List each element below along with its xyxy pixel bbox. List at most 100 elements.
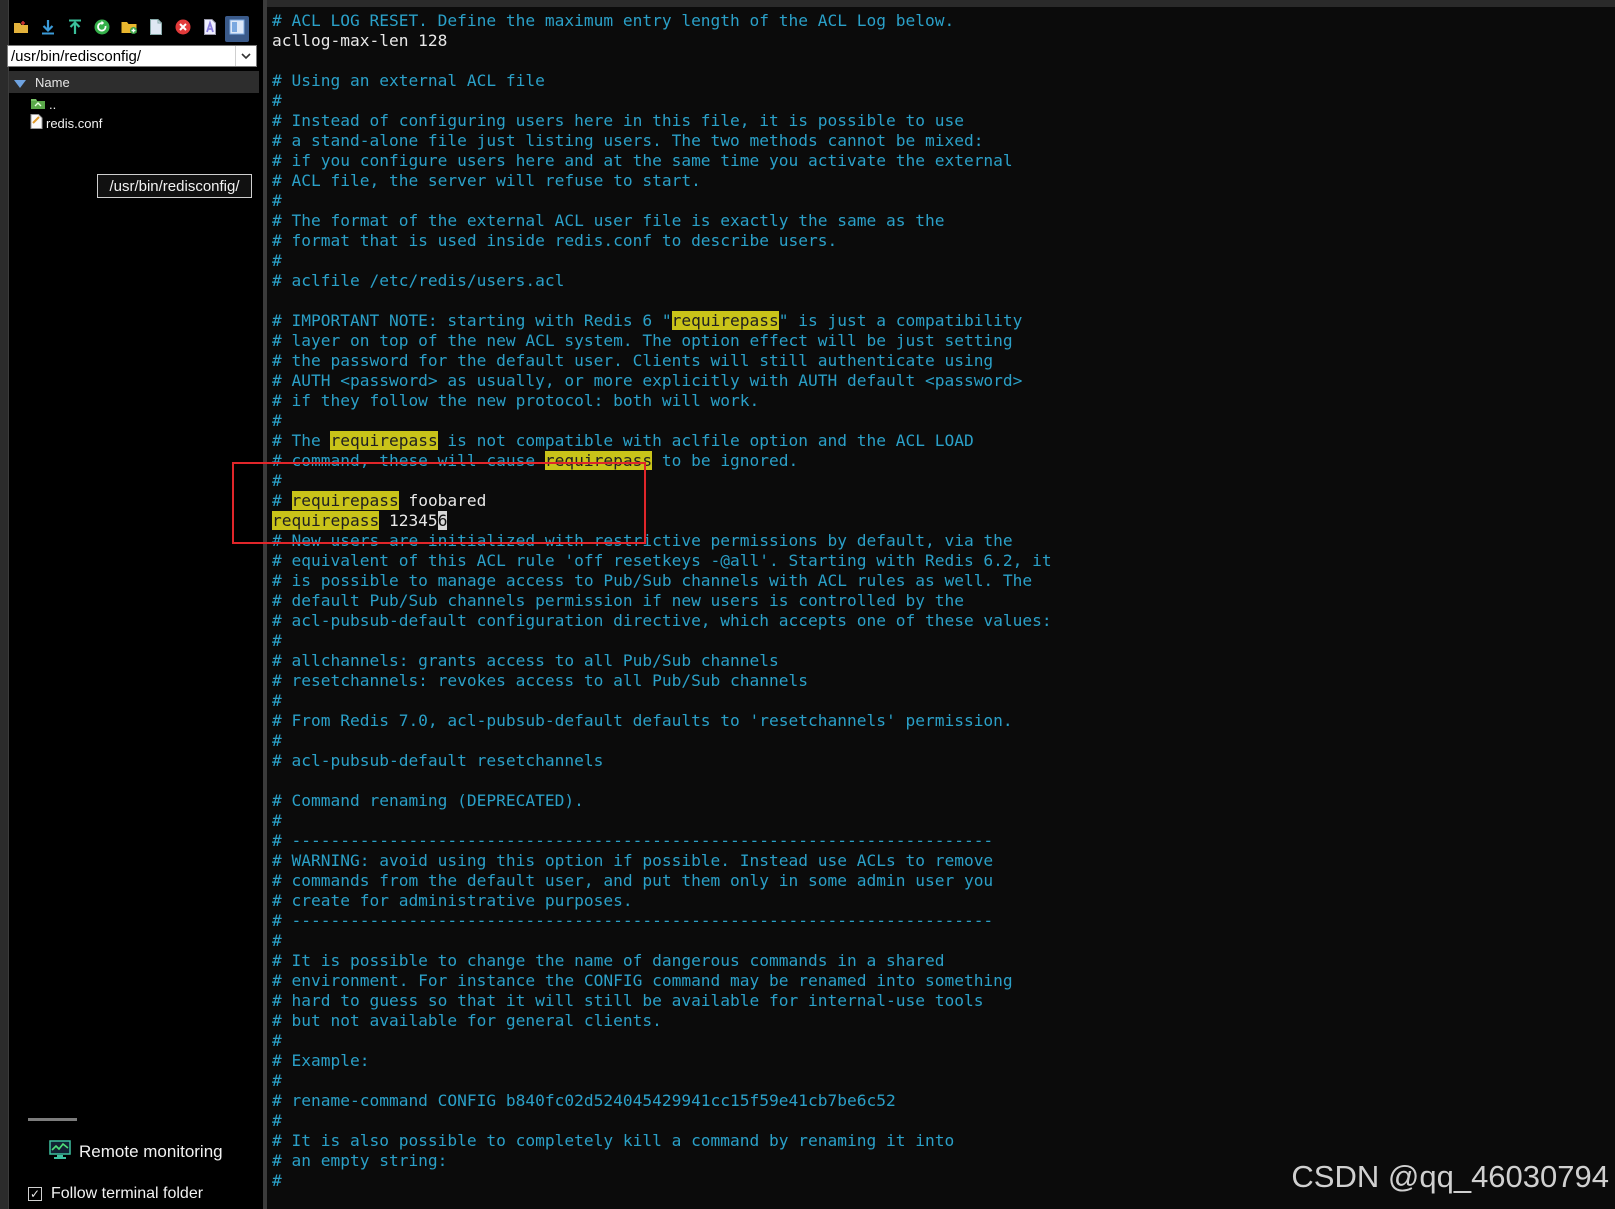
code-line[interactable]: # default Pub/Sub channels permission if…: [272, 591, 1052, 611]
code-text: is not compatible with aclfile option an…: [437, 431, 974, 450]
code-line[interactable]: #: [272, 471, 1052, 491]
code-line[interactable]: # Command renaming (DEPRECATED).: [272, 791, 1052, 811]
new-folder-button[interactable]: [9, 16, 33, 42]
code-line[interactable]: # Using an external ACL file: [272, 71, 1052, 91]
follow-terminal-folder-checkbox[interactable]: ✓: [28, 1187, 42, 1201]
code-line[interactable]: [272, 51, 1052, 71]
file-list-item-parent[interactable]: ..: [30, 95, 56, 113]
code-line[interactable]: # ACL LOG RESET. Define the maximum entr…: [272, 11, 1052, 31]
code-line[interactable]: # if they follow the new protocol: both …: [272, 391, 1052, 411]
chevron-down-icon[interactable]: [235, 46, 256, 66]
path-select[interactable]: /usr/bin/redisconfig/: [7, 45, 257, 67]
file-list-item-redis-conf[interactable]: redis.conf: [30, 114, 102, 132]
code-line[interactable]: # aclfile /etc/redis/users.acl: [272, 271, 1052, 291]
code-line[interactable]: # requirepass foobared: [272, 491, 1052, 511]
code-text: # From Redis 7.0, acl-pubsub-default def…: [272, 711, 1013, 730]
code-line[interactable]: # ACL file, the server will refuse to st…: [272, 171, 1052, 191]
code-line[interactable]: [272, 291, 1052, 311]
code-line[interactable]: # an empty string:: [272, 1151, 1052, 1171]
code-line[interactable]: # New users are initialized with restric…: [272, 531, 1052, 551]
code-line[interactable]: [272, 771, 1052, 791]
left-edge-bar: [0, 0, 9, 1209]
name-column-header[interactable]: Name: [9, 71, 259, 93]
upload-button[interactable]: [63, 16, 87, 42]
code-line[interactable]: #: [272, 731, 1052, 751]
code-line[interactable]: # allchannels: grants access to all Pub/…: [272, 651, 1052, 671]
code-text: # equivalent of this ACL rule 'off reset…: [272, 551, 1052, 570]
code-area[interactable]: # ACL LOG RESET. Define the maximum entr…: [272, 11, 1052, 1191]
code-line[interactable]: #: [272, 931, 1052, 951]
code-line[interactable]: #: [272, 1031, 1052, 1051]
code-line[interactable]: # equivalent of this ACL rule 'off reset…: [272, 551, 1052, 571]
code-line[interactable]: # The format of the external ACL user fi…: [272, 211, 1052, 231]
code-line[interactable]: requirepass 123456: [272, 511, 1052, 531]
code-line[interactable]: # environment. For instance the CONFIG c…: [272, 971, 1052, 991]
code-line[interactable]: # Example:: [272, 1051, 1052, 1071]
code-line[interactable]: #: [272, 1071, 1052, 1091]
code-line[interactable]: # AUTH <password> as usually, or more ex…: [272, 371, 1052, 391]
code-line[interactable]: # commands from the default user, and pu…: [272, 871, 1052, 891]
code-line[interactable]: # resetchannels: revokes access to all P…: [272, 671, 1052, 691]
code-line[interactable]: # acl-pubsub-default resetchannels: [272, 751, 1052, 771]
download-button[interactable]: [36, 16, 60, 42]
rename-button[interactable]: [198, 16, 222, 42]
code-line[interactable]: # WARNING: avoid using this option if po…: [272, 851, 1052, 871]
path-value[interactable]: /usr/bin/redisconfig/: [8, 48, 235, 65]
code-line[interactable]: # layer on top of the new ACL system. Th…: [272, 331, 1052, 351]
code-line[interactable]: # create for administrative purposes.: [272, 891, 1052, 911]
code-text: acllog-max-len 128: [272, 31, 448, 50]
code-line[interactable]: # --------------------------------------…: [272, 831, 1052, 851]
file-name: ..: [49, 96, 57, 112]
search-highlight: requirepass: [272, 511, 380, 530]
code-line[interactable]: # if you configure users here and at the…: [272, 151, 1052, 171]
code-line[interactable]: # but not available for general clients.: [272, 1011, 1052, 1031]
folder-add-button[interactable]: [117, 16, 141, 42]
remote-monitoring-button[interactable]: Remote monitoring: [49, 1139, 223, 1164]
code-text: # WARNING: avoid using this option if po…: [272, 851, 994, 870]
follow-terminal-folder-option[interactable]: ✓ Follow terminal folder: [28, 1183, 203, 1205]
code-line[interactable]: #: [272, 411, 1052, 431]
code-line[interactable]: #: [272, 1171, 1052, 1191]
code-line[interactable]: # IMPORTANT NOTE: starting with Redis 6 …: [272, 311, 1052, 331]
code-text: # a stand-alone file just listing users.…: [272, 131, 984, 150]
code-line[interactable]: acllog-max-len 128: [272, 31, 1052, 51]
code-line[interactable]: #: [272, 1111, 1052, 1131]
code-line[interactable]: # hard to guess so that it will still be…: [272, 991, 1052, 1011]
code-line[interactable]: # the password for the default user. Cli…: [272, 351, 1052, 371]
code-line[interactable]: # acl-pubsub-default configuration direc…: [272, 611, 1052, 631]
code-line[interactable]: # It is possible to change the name of d…: [272, 951, 1052, 971]
code-line[interactable]: # a stand-alone file just listing users.…: [272, 131, 1052, 151]
code-text: # ACL file, the server will refuse to st…: [272, 171, 701, 190]
delete-button[interactable]: [171, 16, 195, 42]
code-text: # acl-pubsub-default resetchannels: [272, 751, 604, 770]
code-line[interactable]: # It is also possible to completely kill…: [272, 1131, 1052, 1151]
code-line[interactable]: # command, these will cause requirepass …: [272, 451, 1052, 471]
code-text: # command, these will cause: [272, 451, 545, 470]
code-line[interactable]: # Instead of configuring users here in t…: [272, 111, 1052, 131]
download-icon: [39, 18, 57, 40]
code-line[interactable]: # format that is used inside redis.conf …: [272, 231, 1052, 251]
code-line[interactable]: #: [272, 691, 1052, 711]
code-line[interactable]: #: [272, 91, 1052, 111]
panel-splitter-handle[interactable]: [28, 1118, 77, 1121]
code-line[interactable]: # The requirepass is not compatible with…: [272, 431, 1052, 451]
code-text: # rename-command CONFIG b840fc02d5240454…: [272, 1091, 896, 1110]
new-file-button[interactable]: [144, 16, 168, 42]
code-line[interactable]: #: [272, 811, 1052, 831]
view-toggle-button[interactable]: [225, 16, 249, 42]
code-text: # create for administrative purposes.: [272, 891, 633, 910]
code-line[interactable]: # is possible to manage access to Pub/Su…: [272, 571, 1052, 591]
refresh-button[interactable]: [90, 16, 114, 42]
code-line[interactable]: # --------------------------------------…: [272, 911, 1052, 931]
code-line[interactable]: #: [272, 631, 1052, 651]
delete-icon: [174, 18, 192, 40]
code-text: # IMPORTANT NOTE: starting with Redis 6 …: [272, 311, 672, 330]
code-line[interactable]: #: [272, 251, 1052, 271]
text-editor[interactable]: # ACL LOG RESET. Define the maximum entr…: [267, 0, 1615, 1209]
upload-icon: [66, 18, 84, 40]
code-line[interactable]: # From Redis 7.0, acl-pubsub-default def…: [272, 711, 1052, 731]
code-text: #: [272, 411, 282, 430]
code-line[interactable]: # rename-command CONFIG b840fc02d5240454…: [272, 1091, 1052, 1111]
code-line[interactable]: #: [272, 191, 1052, 211]
search-highlight: requirepass: [544, 451, 653, 470]
